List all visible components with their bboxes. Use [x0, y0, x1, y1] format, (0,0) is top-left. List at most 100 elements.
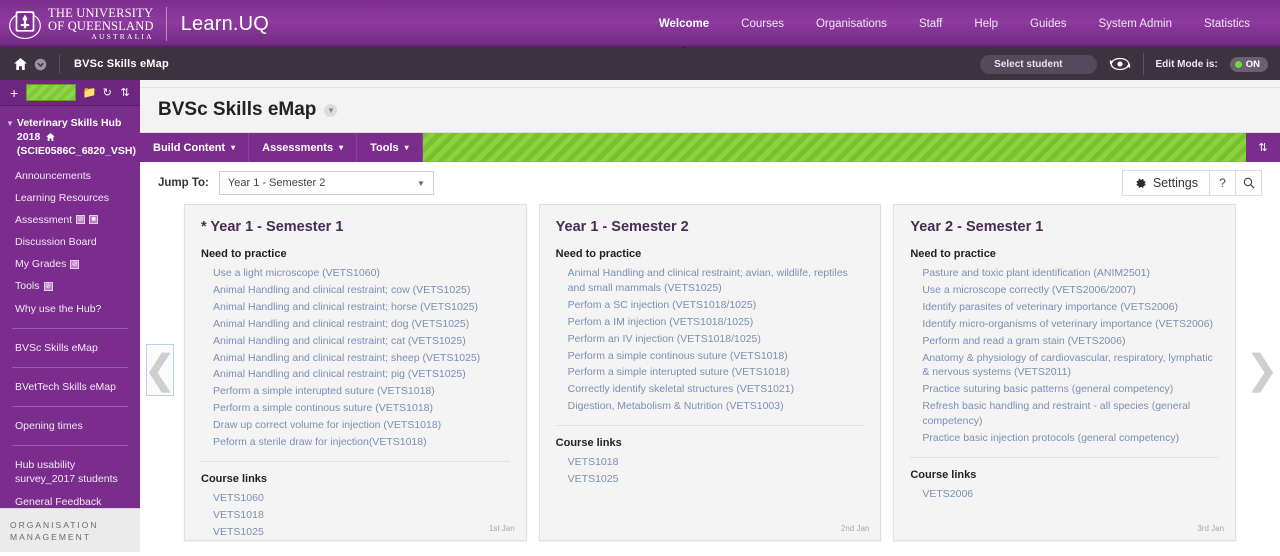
card-date: 2nd Jan: [840, 524, 870, 533]
reorder-icon[interactable]: ⇅: [116, 86, 134, 99]
course-link[interactable]: VETS1025: [213, 524, 510, 540]
course-link[interactable]: VETS1018: [213, 507, 510, 524]
edit-mode-toggle[interactable]: ON: [1229, 56, 1268, 72]
search-icon: [1243, 177, 1255, 189]
sidebar-item-assessment[interactable]: Assessment ⊘ ■: [0, 209, 140, 231]
need-to-practice-heading: Need to practice: [555, 248, 642, 260]
practice-item-link[interactable]: Peform a sterile draw for injection(VETS…: [213, 434, 510, 451]
sidebar-item-label: BVSc Skills eMap: [15, 341, 98, 354]
jump-to-select[interactable]: Year 1 - Semester 2 ▼: [218, 171, 434, 195]
practice-item-link[interactable]: Animal Handling and clinical restraint; …: [213, 316, 510, 333]
select-student-button[interactable]: Select student: [980, 54, 1097, 74]
home-icon[interactable]: [14, 58, 27, 70]
course-link[interactable]: VETS1060: [213, 490, 510, 507]
course-links-heading: Course links: [555, 437, 622, 450]
practice-item-link[interactable]: Use a microscope correctly (VETS2006/200…: [922, 282, 1219, 299]
course-menu-progress-chip: [26, 84, 77, 101]
uq-wordmark: THE UNIVERSITY OF QUEENSLAND AUSTRALIA: [48, 6, 154, 42]
semester-card: * Year 1 - Semester 1 Need to practice Use…: [184, 204, 527, 541]
sidebar-item-learning-resources[interactable]: Learning Resources: [0, 187, 140, 209]
sidebar-item-tools[interactable]: Tools ⊘: [0, 275, 140, 297]
content-top-strip: [140, 80, 1280, 88]
sidebar-item-discussion-board[interactable]: Discussion Board: [0, 231, 140, 253]
sidebar-item-bvsc-skills-emap[interactable]: BVSc Skills eMap: [0, 337, 140, 359]
semester-card: Year 2 - Semester 1 Need to practice Pastu…: [893, 204, 1237, 541]
folder-icon[interactable]: 📁: [80, 86, 98, 99]
add-menu-item-button[interactable]: +: [6, 85, 22, 101]
practice-item-link[interactable]: Perform a simple continous suture (VETS1…: [213, 400, 510, 417]
carousel-prev-button[interactable]: ❮: [143, 344, 177, 396]
semester-card-title: * Year 1 - Semester 1: [201, 219, 344, 235]
nav-item-statistics[interactable]: Statistics: [1188, 0, 1266, 48]
nav-item-welcome[interactable]: Welcome: [643, 0, 725, 48]
reorder-icon[interactable]: ⇅: [1246, 133, 1280, 162]
nav-item-staff[interactable]: Staff: [903, 0, 958, 48]
practice-item-link[interactable]: Animal Handling and clinical restraint; …: [213, 366, 510, 383]
settings-button[interactable]: Settings: [1121, 170, 1210, 196]
carousel-next-button[interactable]: ❯: [1245, 344, 1279, 396]
course-link[interactable]: VETS1018: [568, 454, 865, 471]
practice-item-link[interactable]: Perform a simple continous suture (VETS1…: [568, 348, 865, 365]
chevron-down-circle-icon[interactable]: ▼: [324, 103, 338, 117]
practice-item-link[interactable]: Use a light microscope (VETS1060): [213, 265, 510, 282]
action-build-content-menu[interactable]: Build Content ▾: [140, 133, 250, 162]
sidebar-course-title[interactable]: ▼ Veterinary Skills Hub 2018 (SCIE0586C_…: [0, 114, 140, 165]
sidebar-item-announcements[interactable]: Announcements: [0, 165, 140, 187]
chevron-down-icon[interactable]: ▼: [4, 116, 17, 130]
global-nav: Welcome Courses Organisations Staff Help Guid…: [643, 0, 1280, 48]
card-date: 3rd Jan: [1197, 524, 1225, 533]
student-preview-icon[interactable]: [1109, 56, 1131, 72]
practice-item-link[interactable]: Animal Handling and clinical restraint; …: [213, 282, 510, 299]
refresh-icon[interactable]: ↻: [98, 86, 116, 99]
practice-item-link[interactable]: Anatomy & physiology of cardiovascular, …: [922, 350, 1219, 382]
practice-item-link[interactable]: Practice basic injection protocols (gene…: [922, 430, 1219, 447]
uq-crest-icon: [9, 11, 41, 40]
sidebar-item-why-use-the-hub[interactable]: Why use the Hub?: [0, 298, 140, 320]
nav-item-courses[interactable]: Courses: [725, 0, 800, 48]
breadcrumb-home-zone[interactable]: [0, 48, 59, 80]
hidden-icon: ⊘: [43, 281, 53, 291]
action-menu-label: Assessments: [262, 141, 334, 154]
practice-item-link[interactable]: Perform a simple interupted suture (VETS…: [213, 383, 510, 400]
practice-item-link[interactable]: Perform an IV injection (VETS1018/1025): [568, 331, 865, 348]
practice-item-link[interactable]: Refresh basic handling and restraint - a…: [922, 398, 1219, 430]
sidebar-item-bvettech-skills-emap[interactable]: BVetTech Skills eMap: [0, 376, 140, 398]
nav-item-system-admin[interactable]: System Admin: [1082, 0, 1188, 48]
search-button[interactable]: [1236, 170, 1262, 196]
help-button[interactable]: ?: [1210, 170, 1236, 196]
nav-item-help[interactable]: Help: [958, 0, 1014, 48]
practice-item-link[interactable]: Perfom a IM injection (VETS1018/1025): [568, 314, 865, 331]
nav-item-organisations[interactable]: Organisations: [800, 0, 903, 48]
practice-item-link[interactable]: Animal Handling and clinical restraint; …: [568, 265, 865, 297]
edit-mode-label: Edit Mode is:: [1155, 58, 1218, 70]
practice-item-link[interactable]: Perform a simple interupted suture (VETS…: [568, 364, 865, 381]
practice-item-link[interactable]: Correctly identify skeletal structures (…: [568, 381, 865, 398]
uni-line-3: AUSTRALIA: [91, 32, 154, 42]
practice-item-link[interactable]: Perform and read a gram stain (VETS2006): [922, 333, 1219, 350]
sidebar-item-hub-usability-survey-2017-students[interactable]: Hub usability survey_2017 students: [0, 454, 140, 490]
practice-item-link[interactable]: Pasture and toxic plant identification (…: [922, 265, 1219, 282]
practice-item-link[interactable]: Perfom a SC injection (VETS1018/1025): [568, 297, 865, 314]
sidebar-item-opening-times[interactable]: Opening times: [0, 415, 140, 437]
chevron-down-icon: ▾: [404, 143, 409, 152]
practice-item-link[interactable]: Animal Handling and clinical restraint; …: [213, 333, 510, 350]
practice-item-link[interactable]: Identify parasites of veterinary importa…: [922, 299, 1219, 316]
action-tools-menu[interactable]: Tools ▾: [357, 133, 423, 162]
practice-item-link[interactable]: Animal Handling and clinical restraint; …: [213, 299, 510, 316]
nav-item-guides[interactable]: Guides: [1014, 0, 1082, 48]
action-assessments-menu[interactable]: Assessments ▾: [249, 133, 358, 162]
practice-item-link[interactable]: Animal Handling and clinical restraint; …: [213, 350, 510, 367]
practice-item-link[interactable]: Practice suturing basic patterns (genera…: [922, 381, 1219, 398]
practice-item-link[interactable]: Digestion, Metabolism & Nutrition (VETS1…: [568, 398, 865, 415]
sidebar-item-my-grades[interactable]: My Grades ⊘: [0, 253, 140, 275]
practice-item-link[interactable]: Draw up correct volume for injection (VE…: [213, 417, 510, 434]
course-link[interactable]: VETS1025: [568, 471, 865, 488]
course-link[interactable]: VETS2006: [922, 486, 1219, 503]
sidebar-item-label: Announcements: [15, 169, 91, 182]
chevron-down-circle-icon[interactable]: [34, 58, 47, 71]
uq-logo[interactable]: THE UNIVERSITY OF QUEENSLAND AUSTRALIA: [0, 6, 154, 42]
home-icon: [46, 133, 56, 142]
jump-to-value: Year 1 - Semester 2: [227, 177, 326, 189]
card-divider: [555, 425, 865, 427]
practice-item-link[interactable]: Identify micro-organisms of veterinary i…: [922, 316, 1219, 333]
